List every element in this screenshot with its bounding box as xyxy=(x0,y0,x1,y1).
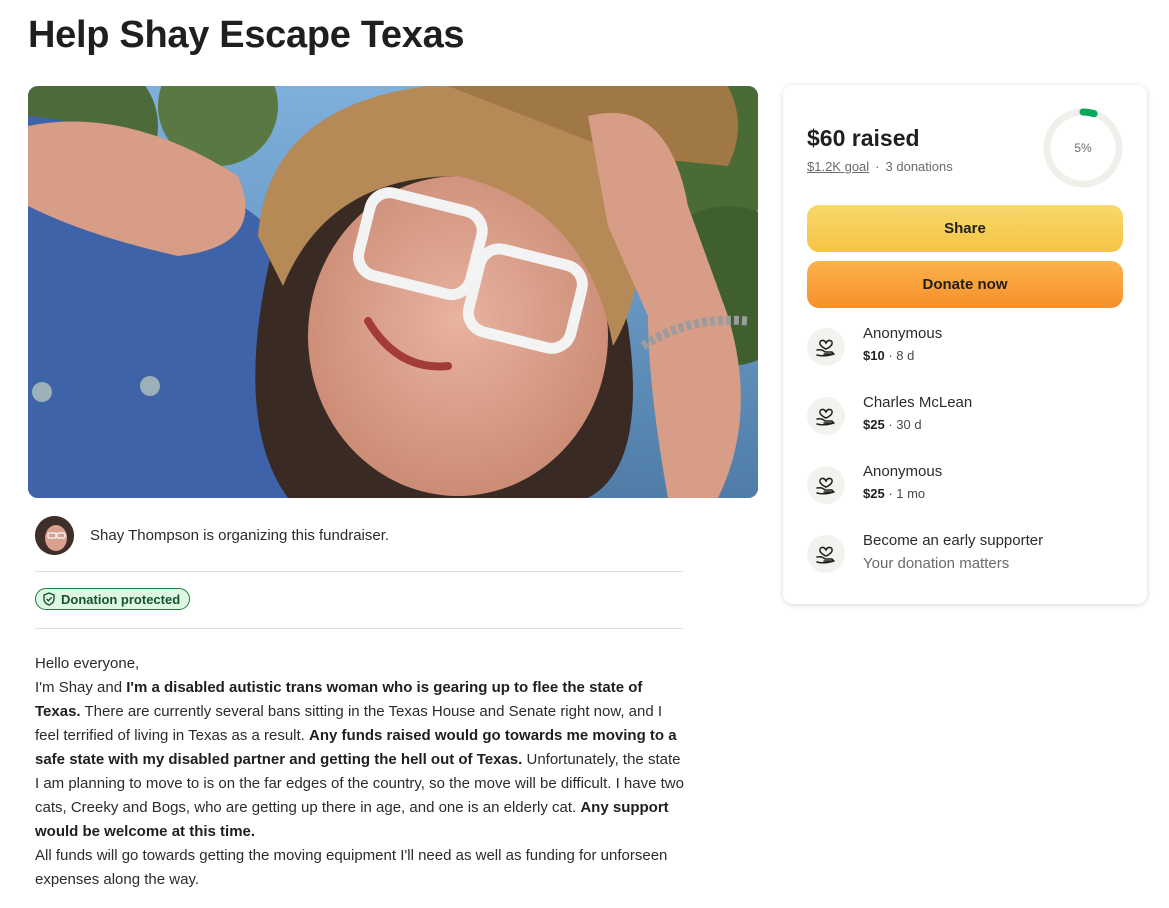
early-supporter-item: Become an early supporter Your donation … xyxy=(807,532,1123,578)
donor-time: · 30 d xyxy=(884,417,922,432)
goal-row: $1.2K goal · 3 donations xyxy=(807,159,953,174)
hero-photo xyxy=(28,86,758,498)
donor-amount: $10 xyxy=(863,348,885,363)
heart-hands-icon xyxy=(807,535,845,573)
share-button[interactable]: Share xyxy=(807,205,1123,252)
avatar[interactable] xyxy=(35,515,74,555)
story-paragraph: I'm Shay and I'm a disabled autistic tra… xyxy=(35,676,687,844)
donation-item: Anonymous $25 · 1 mo xyxy=(807,463,1123,509)
amount-raised: $60 raised xyxy=(807,125,920,151)
donation-card: $60 raised $1.2K goal · 3 donations 5% Sha… xyxy=(783,85,1147,604)
goal-link[interactable]: $1.2K goal xyxy=(807,159,869,174)
story-text: Hello everyone, I'm Shay and I'm a disab… xyxy=(35,652,687,892)
heart-hands-icon xyxy=(807,466,845,504)
organizer-row: Shay Thompson is organizing this fundrai… xyxy=(35,515,683,555)
donor-name: Anonymous xyxy=(863,325,943,342)
divider xyxy=(35,571,683,572)
separator: · xyxy=(875,159,880,174)
donor-amount: $25 xyxy=(863,486,885,501)
heart-hands-icon xyxy=(807,328,845,366)
shield-check-icon xyxy=(43,592,55,606)
donor-meta: $10 · 8 d xyxy=(863,348,914,363)
donation-item: Charles McLean $25 · 30 d xyxy=(807,394,1123,440)
donor-time: · 8 d xyxy=(884,348,915,363)
avatar-image xyxy=(35,515,74,555)
donation-protected-badge[interactable]: Donation protected xyxy=(35,588,191,610)
divider xyxy=(35,628,683,629)
donor-meta: $25 · 30 d xyxy=(863,417,922,432)
donation-count: 3 donations xyxy=(885,159,953,174)
donor-time: · 1 mo xyxy=(884,486,926,501)
donor-name: Charles McLean xyxy=(863,394,973,411)
story-closing: All funds will go towards getting the mo… xyxy=(35,847,668,888)
progress-percent: 5% xyxy=(1074,141,1092,155)
story-greeting: Hello everyone, xyxy=(35,655,140,672)
early-supporter-subtitle: Your donation matters xyxy=(863,555,1010,572)
fundraiser-page: Help Shay Escape Texas Shay Thompson is … xyxy=(0,0,1169,908)
donor-meta: $25 · 1 mo xyxy=(863,486,925,501)
early-supporter-title: Become an early supporter xyxy=(863,532,1044,549)
donor-amount: $25 xyxy=(863,417,885,432)
donation-item: Anonymous $10 · 8 d xyxy=(807,325,1123,371)
badge-label: Donation protected xyxy=(61,591,181,607)
story-text-span: I'm Shay and xyxy=(35,679,127,696)
organizer-text: Shay Thompson is organizing this fundrai… xyxy=(90,526,390,544)
hero-photo-image xyxy=(28,86,758,498)
heart-hands-icon xyxy=(807,397,845,435)
donor-name: Anonymous xyxy=(863,463,943,480)
page-title: Help Shay Escape Texas xyxy=(28,14,465,56)
donate-now-button[interactable]: Donate now xyxy=(807,261,1123,308)
